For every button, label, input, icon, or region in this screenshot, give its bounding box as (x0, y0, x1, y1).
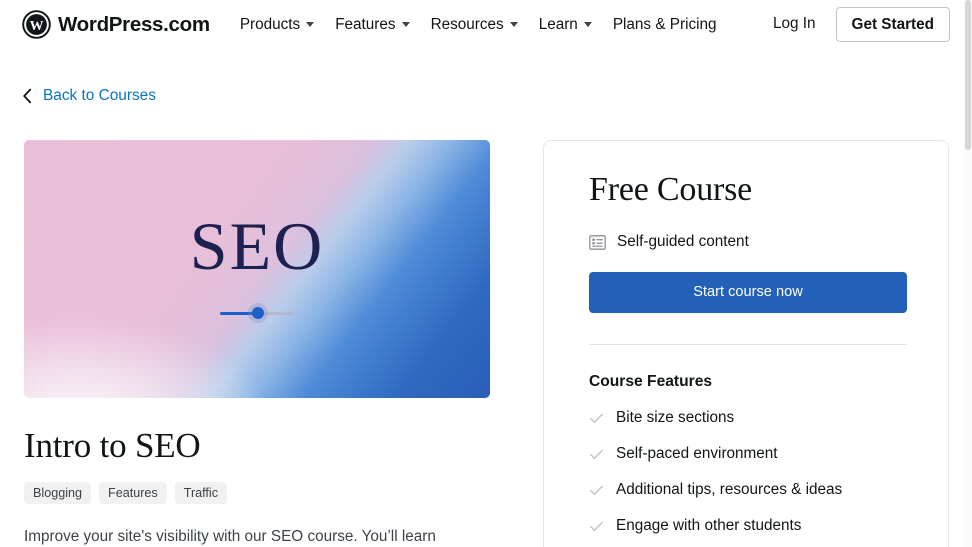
check-icon (590, 413, 603, 423)
chevron-down-icon (583, 22, 592, 27)
nav-item-learn-label: Learn (538, 15, 578, 33)
nav-item-products[interactable]: Products (239, 12, 315, 38)
page-scrollbar-thumb[interactable] (965, 0, 971, 150)
course-description: Improve your site's visibility with our … (24, 527, 436, 545)
nav-item-plans-pricing[interactable]: Plans & Pricing (613, 12, 717, 38)
slider-control-icon (220, 306, 294, 320)
course-main-column: SEO Intro to SEO Blogging Features Traff… (24, 140, 490, 547)
svg-text:W: W (30, 19, 44, 34)
nav-item-learn[interactable]: Learn (539, 12, 592, 38)
chevron-left-icon (23, 88, 32, 104)
start-course-button[interactable]: Start course now (589, 272, 907, 314)
check-icon (590, 485, 603, 495)
nav-links: Products Features Resources Learn Plans … (240, 12, 738, 38)
wordpress-logo-icon: W (22, 10, 51, 39)
check-icon (590, 521, 603, 531)
nav-item-features[interactable]: Features (335, 12, 410, 38)
nav-actions: Log In Get Started (773, 6, 950, 43)
slider-knob (252, 307, 264, 319)
check-icon (590, 449, 603, 459)
self-guided-row: Self-guided content (589, 233, 903, 251)
course-features-heading: Course Features (589, 373, 713, 391)
feature-label: Bite size sections (616, 409, 735, 427)
hero-slider-graphic (24, 306, 490, 320)
chevron-down-icon (401, 22, 410, 27)
brand-name: WordPress.com (58, 12, 210, 36)
feature-label: Self-paced environment (616, 445, 778, 463)
tag-blogging[interactable]: Blogging (24, 481, 92, 504)
nav-item-features-label: Features (335, 15, 396, 33)
feature-item: Self-paced environment (589, 445, 903, 463)
nav-item-products-label: Products (239, 15, 301, 33)
course-title: Intro to SEO (24, 426, 201, 465)
back-to-courses-label: Back to Courses (43, 87, 156, 104)
back-to-courses-link[interactable]: Back to Courses (22, 87, 156, 105)
course-hero-image: SEO (24, 140, 490, 398)
list-view-icon (589, 235, 606, 250)
top-navigation-bar: W WordPress.com Products Features Resour… (0, 0, 972, 49)
nav-item-plans-pricing-label: Plans & Pricing (612, 15, 717, 33)
get-started-button[interactable]: Get Started (835, 6, 950, 43)
tag-traffic[interactable]: Traffic (174, 481, 228, 504)
feature-label: Engage with other students (616, 517, 802, 535)
tag-features[interactable]: Features (99, 481, 167, 504)
course-detail-page: W WordPress.com Products Features Resour… (0, 0, 972, 547)
feature-item: Additional tips, resources & ideas (589, 481, 903, 499)
self-guided-label: Self-guided content (617, 233, 749, 251)
page-scrollbar[interactable] (964, 0, 972, 547)
feature-item: Bite size sections (589, 409, 903, 427)
course-tags: Blogging Features Traffic (24, 481, 490, 504)
chevron-down-icon (509, 22, 518, 27)
course-enrollment-card: Free Course Self-guided content Start co… (543, 140, 949, 547)
chevron-down-icon (306, 22, 315, 27)
card-divider (589, 344, 907, 346)
nav-item-resources-label: Resources (430, 15, 504, 33)
log-in-link[interactable]: Log In (773, 15, 816, 33)
card-title: Free Course (589, 171, 753, 208)
nav-item-resources[interactable]: Resources (431, 12, 518, 38)
brand-home-link[interactable]: W WordPress.com (22, 10, 210, 39)
feature-item: Engage with other students (589, 517, 903, 535)
hero-word: SEO (189, 208, 325, 284)
feature-label: Additional tips, resources & ideas (616, 481, 843, 499)
